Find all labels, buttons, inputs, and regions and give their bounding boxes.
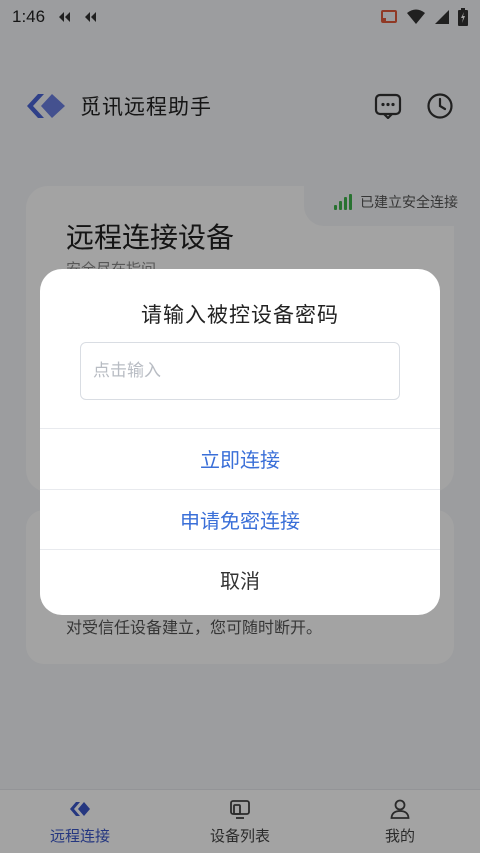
request-passwordless-button[interactable]: 申请免密连接 — [40, 489, 440, 549]
connect-now-button[interactable]: 立即连接 — [40, 428, 440, 488]
cancel-button[interactable]: 取消 — [40, 549, 440, 609]
dialog-title: 请输入被控设备密码 — [141, 303, 339, 327]
password-dialog: 请输入被控设备密码 立即连接 申请免密连接 取消 — [40, 269, 440, 615]
password-input[interactable] — [80, 342, 400, 400]
